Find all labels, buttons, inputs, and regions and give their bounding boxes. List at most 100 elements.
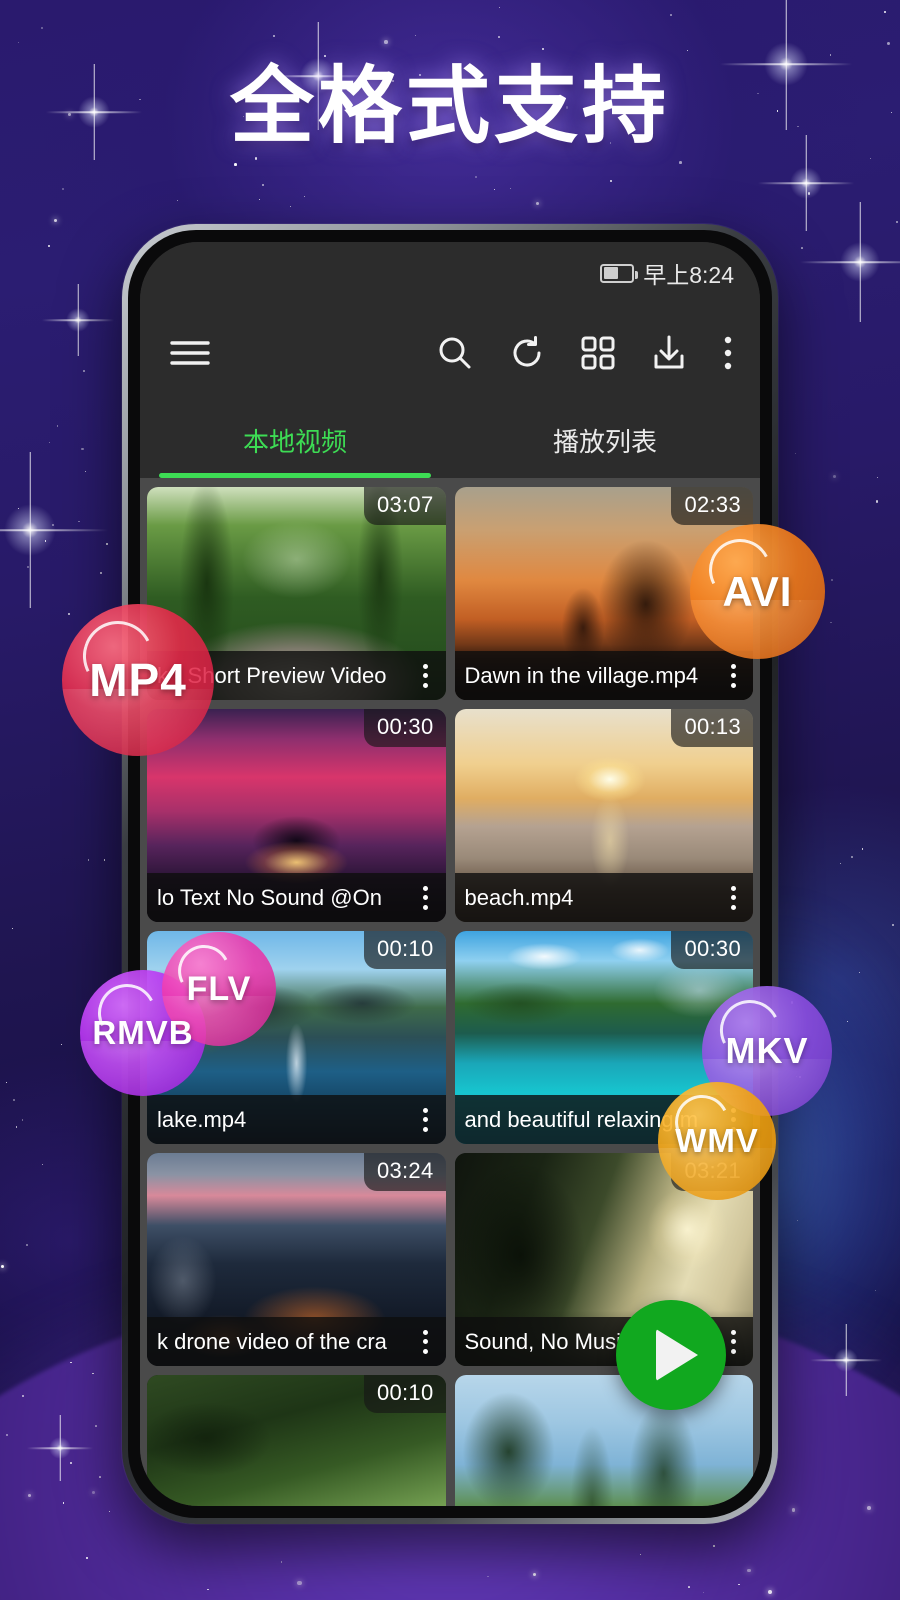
star	[258, 198, 261, 201]
card-more-icon[interactable]	[721, 885, 751, 910]
star	[686, 49, 689, 51]
star	[895, 220, 898, 223]
duration-badge: 00:10	[363, 1375, 446, 1413]
star	[801, 247, 803, 249]
star	[42, 1163, 44, 1165]
star	[877, 477, 879, 479]
star	[26, 1244, 28, 1246]
duration-badge: 03:24	[363, 1153, 446, 1191]
video-title: lo Text No Sound @On	[157, 884, 382, 910]
video-title: lake.mp4	[157, 1106, 247, 1132]
card-more-icon[interactable]	[414, 663, 444, 688]
star	[874, 1290, 876, 1291]
video-title: k drone video of the cra	[157, 1328, 387, 1354]
star	[49, 441, 51, 443]
card-more-icon[interactable]	[414, 1329, 444, 1354]
video-card[interactable]: 00:10	[147, 1375, 446, 1506]
star	[415, 34, 417, 36]
star	[795, 453, 796, 455]
play-icon	[656, 1329, 698, 1381]
star	[669, 14, 672, 17]
star	[678, 161, 682, 164]
star	[62, 1501, 65, 1504]
star	[11, 928, 13, 930]
star	[297, 1580, 302, 1586]
star	[82, 370, 85, 372]
star-flare	[834, 1348, 858, 1372]
star-flare	[840, 242, 880, 282]
format-bubble-wmv: WMV	[658, 1082, 776, 1200]
duration-badge: 03:07	[363, 487, 446, 525]
phone-screen: 早上8:24 本地视频 播放列表 03:07 k - Short Preview…	[140, 242, 760, 1506]
star	[47, 244, 50, 247]
play-fab-button[interactable]	[616, 1300, 726, 1410]
star	[15, 1126, 18, 1128]
star	[6, 1081, 8, 1083]
star	[85, 1556, 88, 1559]
star	[69, 1462, 72, 1464]
star	[68, 613, 70, 616]
star	[103, 859, 106, 861]
star	[17, 41, 20, 44]
star	[176, 200, 179, 202]
format-label: MKV	[725, 1030, 809, 1071]
battery-half-icon	[600, 263, 639, 283]
video-card[interactable]: 03:24 k drone video of the cra	[147, 1153, 446, 1366]
star	[13, 1098, 16, 1101]
refresh-icon[interactable]	[508, 334, 546, 372]
star	[869, 157, 872, 159]
tab-label: 本地视频	[242, 426, 347, 457]
tab-playlist[interactable]: 播放列表	[450, 402, 760, 478]
card-more-icon[interactable]	[721, 663, 751, 688]
star	[832, 474, 836, 478]
star	[78, 520, 80, 523]
tab-local-videos[interactable]: 本地视频	[140, 402, 450, 478]
search-icon[interactable]	[436, 334, 474, 372]
star	[768, 1589, 773, 1594]
star	[289, 205, 291, 207]
star	[498, 7, 500, 9]
more-vertical-icon[interactable]	[722, 335, 734, 371]
star	[541, 47, 544, 50]
star	[830, 621, 832, 624]
page-title: 全格式支持	[229, 57, 670, 155]
format-bubble-mp4: MP4	[62, 604, 214, 756]
card-titlebar: beach.mp4	[454, 873, 753, 922]
star	[830, 578, 833, 581]
star	[829, 54, 831, 56]
star	[839, 862, 842, 865]
grid-view-icon[interactable]	[580, 335, 616, 371]
star	[303, 196, 305, 198]
star	[850, 855, 854, 858]
star	[498, 36, 501, 38]
star	[791, 1508, 796, 1512]
card-titlebar: lake.mp4	[147, 1095, 446, 1144]
star	[866, 1506, 871, 1511]
star	[254, 157, 258, 160]
download-icon[interactable]	[650, 334, 688, 372]
star	[747, 1568, 751, 1573]
star	[95, 1425, 97, 1427]
phone-mockup: 早上8:24 本地视频 播放列表 03:07 k - Short Preview…	[122, 224, 778, 1524]
star	[99, 1476, 101, 1478]
star-flare	[66, 308, 90, 332]
status-bar: 早上8:24	[140, 242, 760, 304]
star	[494, 188, 496, 190]
star	[87, 858, 90, 861]
duration-badge: 00:13	[671, 709, 753, 747]
star	[609, 179, 612, 183]
star-flare	[790, 167, 822, 199]
menu-icon[interactable]	[170, 339, 210, 367]
video-card[interactable]: 00:13 beach.mp4	[454, 709, 753, 922]
card-more-icon[interactable]	[414, 1107, 444, 1132]
card-more-icon[interactable]	[414, 885, 444, 910]
star	[105, 542, 108, 546]
star	[875, 500, 879, 503]
format-label: AVI	[722, 567, 793, 615]
star	[273, 34, 276, 37]
star	[54, 219, 58, 223]
star	[70, 1361, 72, 1363]
star	[884, 11, 887, 14]
duration-badge: 00:30	[671, 931, 753, 969]
star	[474, 176, 477, 179]
